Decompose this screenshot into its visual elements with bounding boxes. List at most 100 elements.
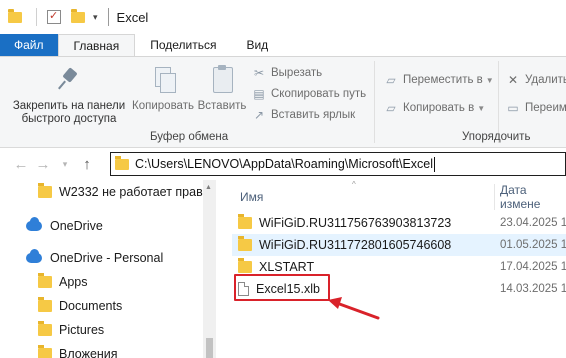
properties-icon[interactable] xyxy=(47,9,61,24)
forward-arrow-icon[interactable]: → xyxy=(32,156,54,173)
paste-button[interactable]: Вставить xyxy=(196,65,248,113)
tab-view[interactable]: Вид xyxy=(231,34,283,56)
copy-path-button[interactable]: ▤ Скопировать путь xyxy=(252,86,366,102)
delete-button[interactable]: ✕ Удалить xyxy=(506,72,566,88)
chevron-down-icon: ▼ xyxy=(485,75,494,85)
pin-icon xyxy=(56,65,82,95)
back-arrow-icon[interactable]: ← xyxy=(10,156,32,173)
divider xyxy=(374,61,375,143)
copy-to-button[interactable]: ▱ Копировать в ▼ xyxy=(384,100,485,116)
title-bar: ▾ Excel xyxy=(0,0,566,34)
list-item[interactable]: WiFiGiD.RU311756763903813723 23.04.2025 … xyxy=(232,212,566,234)
nav-scrollbar-thumb[interactable] xyxy=(206,338,213,358)
nav-item-label: Pictures xyxy=(59,323,105,337)
folder-icon xyxy=(38,297,52,312)
copy-button[interactable]: Копировать xyxy=(128,65,198,113)
rename-icon: ▭ xyxy=(507,101,519,115)
ribbon-tabs: Файл Главная Поделиться Вид xyxy=(0,34,566,56)
onedrive-icon xyxy=(26,217,42,231)
file-name: XLSTART xyxy=(259,260,315,274)
nav-item-label: Apps xyxy=(59,275,88,289)
scroll-up-icon[interactable]: ▲ xyxy=(205,184,212,191)
tab-home[interactable]: Главная xyxy=(57,34,136,56)
delete-label: Удалить xyxy=(525,74,566,86)
cut-button[interactable]: ✂ Вырезать xyxy=(252,65,322,81)
folder-icon xyxy=(238,236,252,251)
copy-to-label: Копировать в xyxy=(403,102,475,114)
file-date: 17.04.2025 12 xyxy=(500,261,566,273)
copy-to-icon: ▱ xyxy=(386,101,396,115)
file-name-cell: WiFiGiD.RU311756763903813723 xyxy=(238,214,452,230)
folder-icon xyxy=(115,155,129,170)
nav-item-attachments[interactable]: Вложения xyxy=(38,345,118,358)
paste-label: Вставить xyxy=(197,100,247,112)
paste-icon xyxy=(209,65,235,95)
file-name: WiFiGiD.RU311772801605746608 xyxy=(259,238,452,252)
tab-share[interactable]: Поделиться xyxy=(135,34,231,56)
nav-item-w2332[interactable]: W2332 не работает правая xyxy=(38,183,217,199)
nav-item-onedrive[interactable]: OneDrive xyxy=(26,217,103,233)
nav-item-label: Documents xyxy=(59,299,123,313)
folder-icon xyxy=(238,258,252,273)
pin-label-line1: Закрепить на панели xyxy=(12,100,126,112)
nav-item-label: OneDrive - Personal xyxy=(50,251,164,265)
chevron-down-icon: ▼ xyxy=(477,103,486,113)
navigation-pane xyxy=(0,180,218,358)
column-header-date[interactable]: Дата измене xyxy=(500,183,566,211)
column-header-name[interactable]: Имя xyxy=(240,190,263,204)
move-to-button[interactable]: ▱ Переместить в ▼ xyxy=(384,72,494,88)
address-row: ← → ▾ ↑ C:\Users\LENOVO\AppData\Roaming\… xyxy=(0,148,566,180)
nav-item-label: OneDrive xyxy=(50,219,103,233)
up-arrow-icon[interactable]: ↑ xyxy=(76,156,98,173)
file-date: 01.05.2025 1 xyxy=(500,239,566,251)
folder-icon xyxy=(238,214,252,229)
shortcut-icon: ↗ xyxy=(253,108,265,122)
divider xyxy=(36,8,37,26)
file-name: WiFiGiD.RU311756763903813723 xyxy=(259,216,452,230)
folder-icon xyxy=(8,8,22,23)
folder-icon xyxy=(38,345,52,358)
tab-file[interactable]: Файл xyxy=(0,34,58,56)
column-divider[interactable] xyxy=(494,184,495,210)
delete-icon: ✕ xyxy=(507,73,519,87)
text-cursor xyxy=(434,156,436,172)
folder-icon xyxy=(38,273,52,288)
move-to-icon: ▱ xyxy=(386,73,396,87)
chevron-down-icon[interactable]: ▾ xyxy=(54,159,76,170)
chevron-down-icon[interactable]: ▾ xyxy=(93,12,98,23)
file-name-cell: XLSTART xyxy=(238,258,315,274)
folder-icon xyxy=(38,321,52,336)
folder-icon xyxy=(38,183,52,198)
nav-item-pictures[interactable]: Pictures xyxy=(38,321,105,337)
scissors-icon: ✂ xyxy=(253,66,265,80)
file-list-header: Имя Дата измене xyxy=(232,183,566,211)
copy-icon xyxy=(150,65,176,95)
organize-group-label: Упорядочить xyxy=(462,131,531,143)
rename-button[interactable]: ▭ Переим xyxy=(506,100,566,116)
nav-item-apps[interactable]: Apps xyxy=(38,273,88,289)
annotation-highlight-box xyxy=(234,274,330,301)
divider xyxy=(107,8,109,26)
clipboard-group-label: Буфер обмена xyxy=(150,131,229,143)
list-item[interactable]: WiFiGiD.RU311772801605746608 01.05.2025 … xyxy=(232,234,566,256)
annotation-arrow-icon xyxy=(328,297,380,320)
copy-path-label: Скопировать путь xyxy=(271,88,367,100)
address-bar[interactable]: C:\Users\LENOVO\AppData\Roaming\Microsof… xyxy=(110,152,566,176)
nav-item-label: Вложения xyxy=(59,347,118,358)
copy-path-icon: ▤ xyxy=(253,87,265,101)
new-folder-icon[interactable] xyxy=(71,8,85,23)
nav-scrollbar[interactable] xyxy=(203,180,216,358)
address-path[interactable]: C:\Users\LENOVO\AppData\Roaming\Microsof… xyxy=(135,157,433,171)
nav-item-onedrive-personal[interactable]: OneDrive - Personal xyxy=(26,249,164,265)
rename-label: Переим xyxy=(525,102,566,114)
file-name-cell: WiFiGiD.RU311772801605746608 xyxy=(238,236,452,252)
move-to-label: Переместить в xyxy=(403,74,483,86)
paste-shortcut-button[interactable]: ↗ Вставить ярлык xyxy=(252,107,355,123)
onedrive-icon xyxy=(26,249,42,263)
pin-to-quick-access-button[interactable]: Закрепить на панели быстрого доступа xyxy=(8,65,130,126)
nav-item-documents[interactable]: Documents xyxy=(38,297,123,313)
ribbon: Закрепить на панели быстрого доступа Коп… xyxy=(0,56,566,148)
nav-item-label: W2332 не работает правая xyxy=(59,185,217,199)
paste-shortcut-label: Вставить ярлык xyxy=(271,109,356,121)
pin-label-line2: быстрого доступа xyxy=(21,113,117,125)
